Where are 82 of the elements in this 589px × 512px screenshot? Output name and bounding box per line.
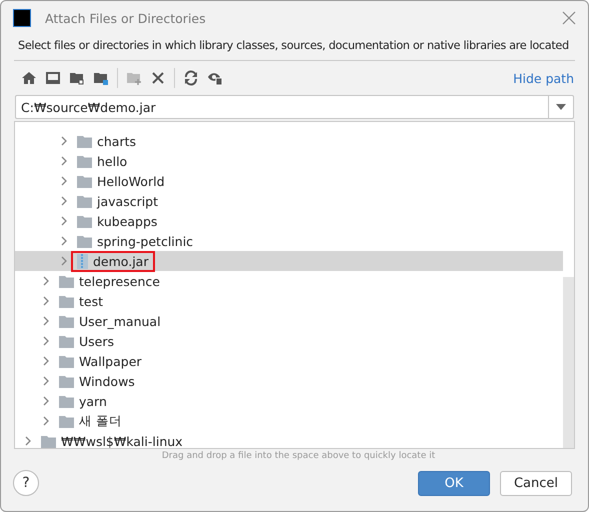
hide-path-link[interactable]: Hide path [513,70,574,86]
tree-row[interactable]: test [15,291,563,311]
folder-icon [59,354,74,368]
folder-icon [77,174,92,188]
chevron-icon[interactable] [41,376,51,386]
tree-item-label: kubeapps [96,214,158,228]
tree-item-label: telepresence [78,274,161,288]
folder-icon[interactable] [93,70,109,86]
chevron-icon[interactable] [41,356,51,366]
folder-icon [59,414,74,428]
tree-item-label: hello [96,154,128,168]
tree-item-label: Windows [78,374,136,388]
tree-item-label: User_manual [78,314,162,328]
window-title: Attach Files or Directories [45,10,207,26]
folder-icon [59,294,74,308]
chevron-icon[interactable] [23,436,33,446]
tree-row[interactable]: User_manual [15,311,563,331]
tree-item-label: yarn [78,394,108,408]
home-icon[interactable] [21,70,37,86]
tree-row[interactable]: hello [15,151,563,171]
folder-icon [59,394,74,408]
description-text: Select files or directories in which library classes, sources, documentation or native libraries are located [17,38,570,52]
tree-row[interactable]: Users [15,331,563,351]
tree-row[interactable]: javascript [15,191,563,211]
chevron-icon[interactable] [41,316,51,326]
archive-icon [77,254,88,268]
tree-item-label: javascript [96,194,160,208]
tree-item-label: demo.jar [92,254,150,268]
chevron-icon[interactable] [59,236,69,246]
tree-row[interactable]: demo.jar [15,251,563,271]
chevron-icon[interactable] [41,396,51,406]
tree-item-label: Users [78,334,116,348]
tree-item-label: Wallpaper [78,354,143,368]
tree-row[interactable]: ₩₩wsl$₩kali-linux [15,431,563,448]
tree-item-label: spring-petclinic [96,234,194,248]
chevron-icon[interactable] [59,256,69,266]
chevron-icon[interactable] [59,216,69,226]
tree-item-label: 새 폴더 [78,412,123,430]
scrollbar[interactable] [563,277,574,448]
folder-icon[interactable] [69,70,85,86]
hint-text: Drag and drop a file into the space above to quickly locate it [160,451,436,461]
tree-row[interactable]: HelloWorld [15,171,563,191]
tree-item-label: HelloWorld [96,174,166,188]
tree-item-label: ₩₩wsl$₩kali-linux [60,434,184,448]
folder-icon [59,274,74,288]
new-folder-icon[interactable] [126,70,142,86]
chevron-icon[interactable] [41,336,51,346]
folder-icon [77,234,92,248]
tree-item-label: charts [96,134,138,148]
folder-icon [77,154,92,168]
cancel-button[interactable]: Cancel [500,470,572,496]
tree-row[interactable]: kubeapps [15,211,563,231]
app-logo [13,9,31,27]
chevron-icon[interactable] [59,156,69,166]
folder-icon [77,214,92,228]
chevron-icon[interactable] [59,196,69,206]
tree-item-label: test [78,294,104,308]
tree-row[interactable]: Windows [15,371,563,391]
folder-icon [77,134,92,148]
help-button[interactable]: ? [13,470,39,496]
chevron-icon[interactable] [41,416,51,426]
tree-row[interactable]: spring-petclinic [15,231,563,251]
monitor-icon[interactable] [45,70,61,86]
ok-button[interactable]: OK [418,470,490,496]
tree-row[interactable]: Wallpaper [15,351,563,371]
tree-row[interactable]: charts [15,131,563,151]
folder-icon [59,334,74,348]
close-icon[interactable] [562,11,576,25]
chevron-icon[interactable] [59,176,69,186]
tree-row[interactable]: telepresence [15,271,563,291]
folder-icon [41,434,56,448]
dropdown-icon[interactable] [556,104,566,110]
close-icon[interactable] [150,70,166,86]
folder-icon [59,374,74,388]
chevron-icon[interactable] [59,136,69,146]
folder-icon [77,194,92,208]
chevron-icon[interactable] [41,276,51,286]
folder-icon [59,314,74,328]
refresh-icon[interactable] [183,70,199,86]
tree-row[interactable]: yarn [15,391,563,411]
chevron-icon[interactable] [41,296,51,306]
tree-row[interactable]: 새 폴더 [15,411,563,431]
